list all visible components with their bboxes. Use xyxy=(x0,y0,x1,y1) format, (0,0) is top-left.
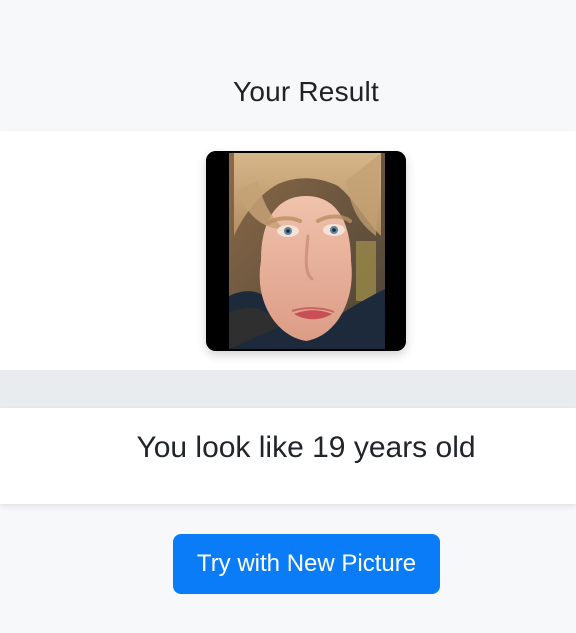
face-photo xyxy=(206,151,406,351)
age-result-text: You look like 19 years old xyxy=(136,431,476,464)
section-divider xyxy=(0,370,576,408)
page-title: Your Result xyxy=(233,76,379,107)
photo-card xyxy=(0,131,576,370)
result-card: You look like 19 years old xyxy=(0,408,576,504)
try-new-picture-button[interactable]: Try with New Picture xyxy=(173,534,440,594)
